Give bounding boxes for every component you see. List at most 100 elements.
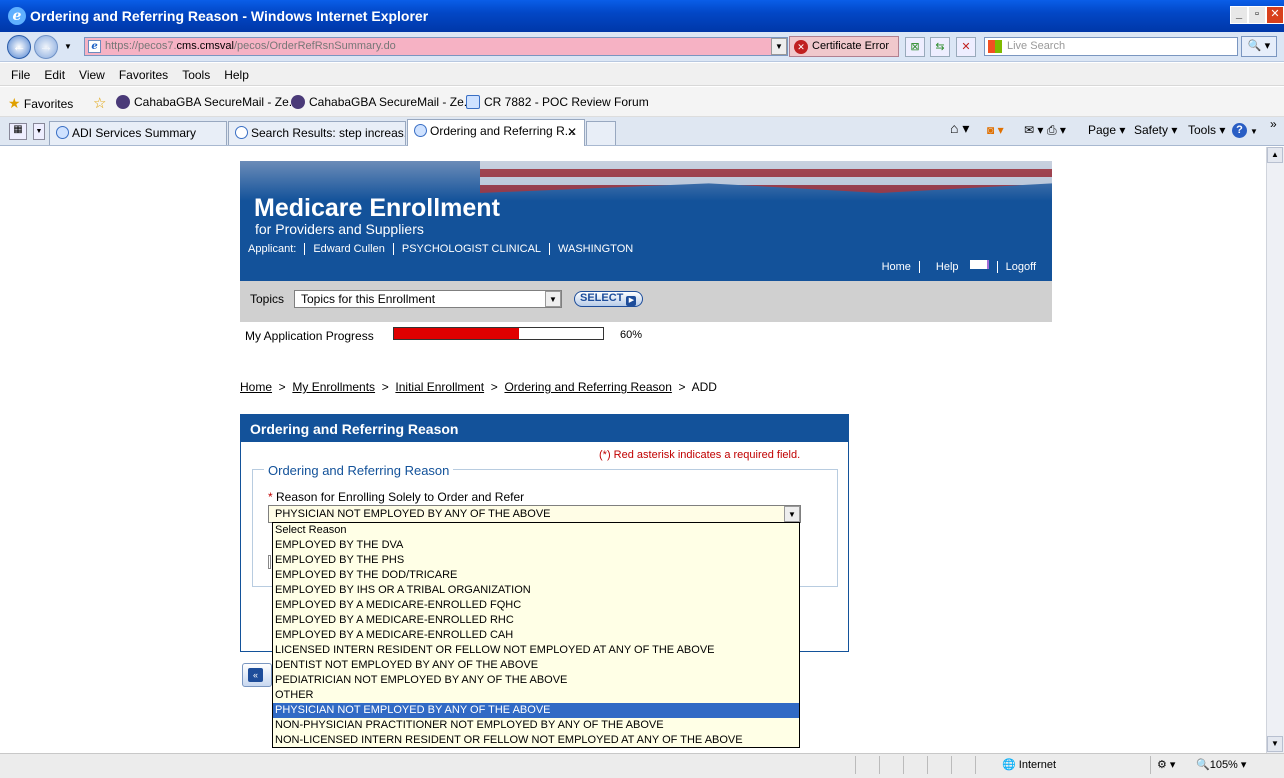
- securemail-icon: [116, 95, 130, 109]
- close-window-button[interactable]: ✕: [1266, 6, 1284, 24]
- globe-icon: 🌐: [1002, 759, 1016, 771]
- quick-tabs-icon[interactable]: ▦: [9, 123, 27, 140]
- home-link[interactable]: Home: [874, 261, 919, 273]
- back-button[interactable]: ←: [7, 35, 31, 59]
- window-title-bar: e Ordering and Referring Reason - Window…: [0, 0, 1284, 32]
- chevron-more-icon[interactable]: »: [1270, 117, 1277, 131]
- dropdown-option[interactable]: Select Reason: [273, 523, 799, 538]
- dropdown-option[interactable]: EMPLOYED BY A MEDICARE-ENROLLED FQHC: [273, 598, 799, 613]
- menu-file[interactable]: File: [11, 68, 30, 82]
- history-dropdown-icon[interactable]: ▼: [64, 42, 72, 51]
- feeds-icon[interactable]: ◙ ▾: [987, 123, 1004, 137]
- search-input[interactable]: Live Search: [984, 37, 1238, 56]
- home-icon[interactable]: ⌂ ▾: [950, 120, 969, 137]
- dropdown-option[interactable]: LICENSED INTERN RESIDENT OR FELLOW NOT E…: [273, 643, 799, 658]
- security-zone[interactable]: 🌐 Internet: [1002, 758, 1056, 771]
- menu-help[interactable]: Help: [224, 68, 249, 82]
- forward-button[interactable]: →: [34, 35, 58, 59]
- dropdown-option[interactable]: EMPLOYED BY THE DOD/TRICARE: [273, 568, 799, 583]
- tab-adi-services[interactable]: ADI Services Summary: [49, 121, 227, 145]
- restore-button[interactable]: ▫: [1248, 6, 1266, 24]
- menu-view[interactable]: View: [79, 68, 105, 82]
- logoff-link[interactable]: Logoff: [996, 261, 1044, 273]
- breadcrumb-home[interactable]: Home: [240, 380, 272, 394]
- select-button[interactable]: SELECT ▶: [574, 291, 643, 307]
- minimize-button[interactable]: _: [1230, 6, 1248, 24]
- breadcrumb-initial-enrollment[interactable]: Initial Enrollment: [395, 380, 484, 394]
- topics-label: Topics: [250, 292, 285, 306]
- reason-dropdown-list[interactable]: Select Reason EMPLOYED BY THE DVA EMPLOYED…: [272, 522, 800, 748]
- reason-label: * Reason for Enrolling Solely to Order a…: [268, 490, 525, 504]
- tab-ordering-referring[interactable]: Ordering and Referring R... ✕: [407, 119, 585, 146]
- dropdown-option[interactable]: EMPLOYED BY A MEDICARE-ENROLLED CAH: [273, 628, 799, 643]
- zoom-control[interactable]: 🔍105% ▾: [1196, 758, 1246, 771]
- topics-select[interactable]: Topics for this Enrollment ▼: [294, 290, 562, 308]
- new-tab-button[interactable]: [586, 121, 616, 145]
- menu-edit[interactable]: Edit: [44, 68, 65, 82]
- scroll-down-icon[interactable]: ▼: [1267, 736, 1283, 752]
- applicant-info: Applicant: Edward Cullen PSYCHOLOGIST CLIN…: [248, 243, 642, 255]
- favorites-button[interactable]: ★ Favorites: [8, 95, 73, 112]
- dropdown-option[interactable]: NON-PHYSICIAN PRACTITIONER NOT EMPLOYED …: [273, 718, 799, 733]
- status-cell: [879, 756, 903, 774]
- refresh-icon[interactable]: ⇆: [930, 37, 950, 57]
- scroll-up-icon[interactable]: ▲: [1267, 147, 1283, 163]
- search-page-icon: [235, 126, 248, 139]
- dropdown-option[interactable]: EMPLOYED BY THE PHS: [273, 553, 799, 568]
- page-icon: [414, 124, 427, 137]
- progress-percent: 60%: [620, 329, 643, 341]
- previous-button[interactable]: «: [242, 663, 272, 687]
- help-icon[interactable]: ?: [1232, 123, 1247, 138]
- search-button[interactable]: 🔍 ▾: [1241, 36, 1277, 57]
- safety-menu[interactable]: Safety ▾: [1134, 123, 1177, 137]
- dropdown-option[interactable]: PEDIATRICIAN NOT EMPLOYED BY ANY OF THE …: [273, 673, 799, 688]
- error-shield-icon: ✕: [794, 40, 808, 54]
- panel-title: Ordering and Referring Reason: [241, 415, 848, 442]
- tab-list-icon[interactable]: ▼: [33, 123, 45, 140]
- dropdown-option[interactable]: OTHER: [273, 688, 799, 703]
- menu-favorites[interactable]: Favorites: [119, 68, 168, 82]
- tab-search-results[interactable]: Search Results: step increas...: [228, 121, 406, 145]
- certificate-error-button[interactable]: ✕ Certificate Error: [789, 36, 899, 57]
- vertical-scrollbar[interactable]: [1266, 147, 1284, 753]
- favorite-item-cr7882[interactable]: CR 7882 - POC Review Forum: [466, 95, 649, 109]
- address-input[interactable]: e https://pecos7.cms.cmsval/pecos/OrderR…: [84, 37, 788, 56]
- compatibility-icon[interactable]: ⊠: [905, 37, 925, 57]
- dropdown-option[interactable]: PHYSICIAN NOT EMPLOYED BY ANY OF THE ABO…: [273, 703, 799, 718]
- medicare-banner: Medicare Enrollment for Providers and Su…: [240, 161, 1052, 281]
- page-icon: [56, 126, 69, 139]
- reason-select[interactable]: PHYSICIAN NOT EMPLOYED BY ANY OF THE ABO…: [268, 505, 801, 523]
- tools-menu[interactable]: Tools ▾: [1188, 123, 1225, 137]
- arrow-right-icon: ▶: [626, 296, 637, 306]
- menu-tools[interactable]: Tools: [182, 68, 210, 82]
- add-favorites-icon[interactable]: ☆: [93, 94, 106, 112]
- menu-bar: File Edit View Favorites Tools Help: [0, 63, 1284, 86]
- address-dropdown-icon[interactable]: ▼: [771, 38, 787, 55]
- dropdown-option[interactable]: DENTIST NOT EMPLOYED BY ANY OF THE ABOVE: [273, 658, 799, 673]
- print-icon[interactable]: ⎙ ▾: [1047, 123, 1066, 138]
- favorite-item-securemail-2[interactable]: CahabaGBA SecureMail - Ze...: [291, 95, 474, 109]
- dropdown-option[interactable]: EMPLOYED BY A MEDICARE-ENROLLED RHC: [273, 613, 799, 628]
- status-cell: [927, 756, 951, 774]
- breadcrumb-current: ADD: [691, 380, 717, 394]
- mail-icon[interactable]: ✉ ▾: [1024, 123, 1043, 137]
- site-title: Medicare Enrollment: [254, 194, 500, 222]
- status-cell: [951, 756, 975, 774]
- close-tab-icon[interactable]: ✕: [567, 125, 577, 139]
- help-link[interactable]: Help: [918, 260, 997, 273]
- breadcrumb-my-enrollments[interactable]: My Enrollments: [292, 380, 375, 394]
- protected-mode-icon[interactable]: ⚙ ▾: [1150, 756, 1190, 774]
- double-chevron-left-icon: «: [248, 668, 263, 682]
- page-menu[interactable]: Page ▾: [1088, 123, 1125, 137]
- required-asterisk: *: [268, 490, 273, 504]
- breadcrumb-ordering-reason[interactable]: Ordering and Referring Reason: [504, 380, 671, 394]
- live-search-logo-icon: [988, 40, 1002, 53]
- dropdown-option[interactable]: EMPLOYED BY IHS OR A TRIBAL ORGANIZATION: [273, 583, 799, 598]
- favorite-item-securemail-1[interactable]: CahabaGBA SecureMail - Ze...: [116, 95, 299, 109]
- stop-icon[interactable]: ✕: [956, 37, 976, 57]
- help-dropdown-icon[interactable]: ▼: [1250, 127, 1258, 136]
- chevron-down-icon: ▼: [545, 291, 561, 307]
- dropdown-option[interactable]: NON-LICENSED INTERN RESIDENT OR FELLOW N…: [273, 733, 799, 748]
- status-bar: [0, 753, 1284, 778]
- dropdown-option[interactable]: EMPLOYED BY THE DVA: [273, 538, 799, 553]
